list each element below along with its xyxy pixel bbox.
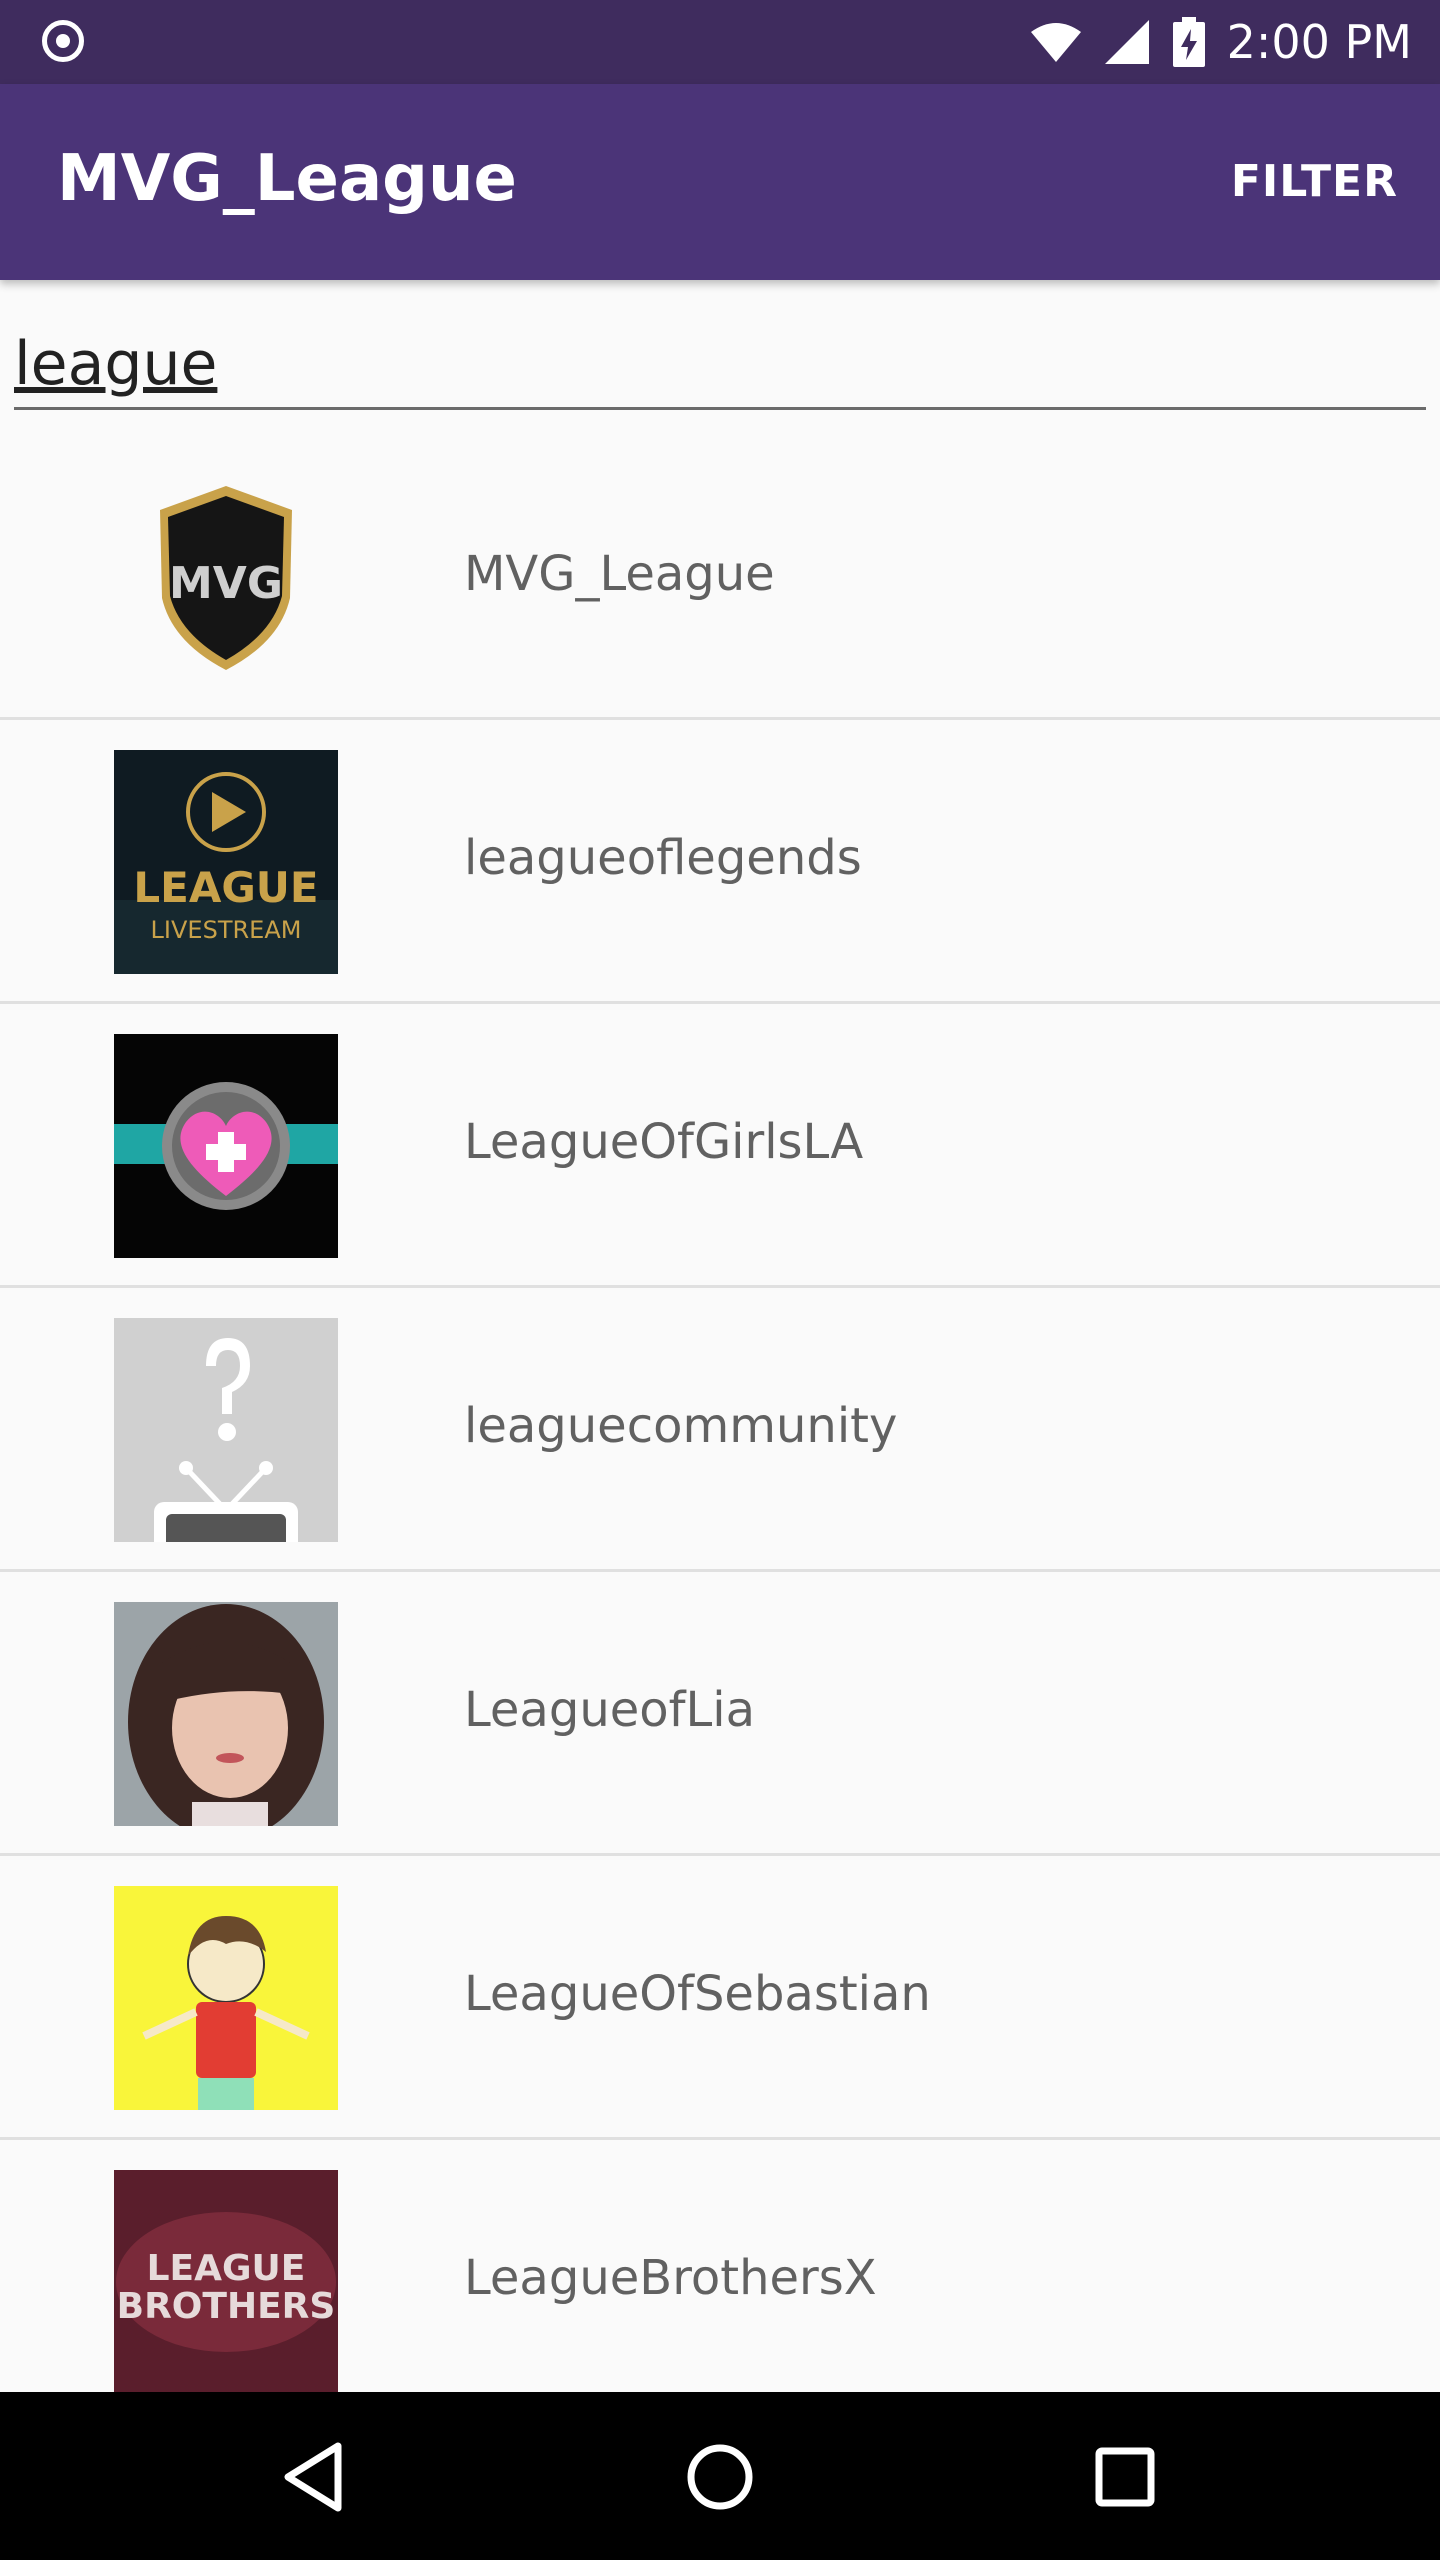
logo-title: LEAGUE — [133, 863, 318, 912]
filter-button[interactable]: FILTER — [1231, 156, 1398, 207]
channel-avatar — [114, 1318, 338, 1542]
channel-avatar: LEAGUE BROTHERS — [114, 2170, 338, 2394]
channel-avatar: LEAGUE LIVESTREAM — [114, 750, 338, 974]
navigation-bar — [0, 2392, 1440, 2560]
logo-title: LEAGUE — [147, 2248, 306, 2289]
channel-avatar — [114, 1886, 338, 2110]
status-time: 2:00 PM — [1226, 15, 1412, 69]
app-bar: MVG_League FILTER — [0, 84, 1440, 280]
mvg-shield-logo: MVG — [160, 486, 292, 670]
back-icon[interactable] — [270, 2432, 360, 2522]
cartoon-avatar — [114, 1886, 338, 2110]
list-item[interactable]: LEAGUE BROTHERS LeagueBrothersX — [0, 2140, 1440, 2424]
wifi-icon — [1030, 23, 1081, 62]
recents-icon[interactable] — [1080, 2432, 1170, 2522]
signal-icon — [1104, 20, 1149, 64]
list-item[interactable]: LeagueOfSebastian — [0, 1856, 1440, 2140]
logo-subtitle: BROTHERS — [117, 2286, 336, 2327]
channel-list: MVG MVG_League LEAGUE LIVESTREAM leagueo… — [0, 436, 1440, 2424]
channel-name: LeagueOfGirlsLA — [464, 1114, 864, 1170]
search-field — [14, 306, 1426, 410]
list-item[interactable]: LEAGUE LIVESTREAM leagueoflegends — [0, 720, 1440, 1004]
channel-name: leagueoflegends — [464, 830, 862, 886]
placeholder-tv-icon — [114, 1318, 338, 1542]
home-icon[interactable] — [675, 2432, 765, 2522]
status-bar: 2:00 PM — [0, 0, 1440, 84]
league-brothers-logo: LEAGUE BROTHERS — [114, 2170, 338, 2394]
channel-name: LeagueOfSebastian — [464, 1966, 931, 2022]
logo-subtitle: LIVESTREAM — [151, 916, 302, 944]
list-item[interactable]: LeagueOfGirlsLA — [0, 1004, 1440, 1288]
channel-avatar — [114, 1034, 338, 1258]
channel-avatar: MVG — [114, 466, 338, 690]
channel-name: leaguecommunity — [464, 1398, 898, 1454]
mvg-logo-text: MVG — [169, 558, 283, 609]
list-item[interactable]: leaguecommunity — [0, 1288, 1440, 1572]
list-item[interactable]: LeagueofLia — [0, 1572, 1440, 1856]
channel-avatar — [114, 1602, 338, 1826]
channel-name: LeagueofLia — [464, 1682, 756, 1738]
page-title: MVG_League — [57, 142, 517, 216]
search-input[interactable] — [14, 324, 1414, 404]
league-livestream-logo: LEAGUE LIVESTREAM — [114, 750, 338, 974]
profile-photo — [114, 1602, 338, 1826]
list-item[interactable]: MVG MVG_League — [0, 436, 1440, 720]
channel-name: LeagueBrothersX — [464, 2250, 877, 2306]
channel-name: MVG_League — [464, 546, 775, 602]
status-icons: 2:00 PM — [1030, 0, 1412, 84]
record-icon — [42, 20, 84, 62]
heart-controller-logo — [114, 1034, 338, 1258]
battery-charging-icon — [1172, 17, 1205, 67]
